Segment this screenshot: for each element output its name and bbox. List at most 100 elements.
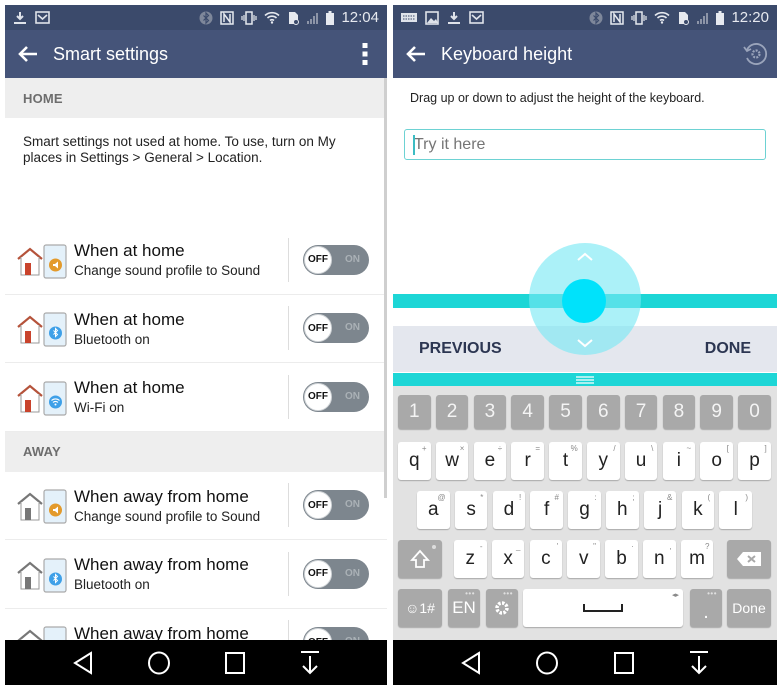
key-2[interactable]: 2 bbox=[435, 395, 469, 429]
keyboard-drag-strip[interactable] bbox=[393, 373, 777, 386]
home-nav-icon[interactable] bbox=[535, 651, 559, 675]
setting-toggle[interactable]: ON OFF bbox=[303, 490, 369, 521]
key-secondary-symbol: \ bbox=[651, 444, 654, 453]
period-key[interactable]: ••• . bbox=[690, 589, 722, 627]
key-t[interactable]: % t bbox=[549, 442, 582, 480]
key-9[interactable]: 9 bbox=[700, 395, 733, 429]
more-dots: ••• bbox=[503, 589, 513, 598]
setting-toggle[interactable]: ON OFF bbox=[303, 558, 369, 589]
back-button[interactable] bbox=[393, 30, 439, 78]
key-secondary-symbol: @ bbox=[437, 493, 446, 502]
key-7[interactable]: 7 bbox=[624, 395, 658, 429]
key-e[interactable]: ÷ e bbox=[473, 442, 507, 480]
key-z[interactable]: -z bbox=[454, 540, 487, 578]
key-secondary-symbol: ; bbox=[632, 493, 635, 502]
setting-row[interactable]: When at home Bluetooth on ON OFF bbox=[5, 295, 387, 363]
key-m[interactable]: ? m bbox=[680, 540, 714, 578]
reset-button[interactable] bbox=[733, 30, 777, 78]
key-g[interactable]: :g bbox=[568, 491, 601, 529]
keyboard-icon bbox=[401, 13, 417, 22]
key-8[interactable]: 8 bbox=[662, 395, 696, 429]
key-b[interactable]: · b bbox=[605, 540, 638, 578]
done-button[interactable]: DONE bbox=[705, 340, 751, 358]
setting-row[interactable]: When at home Change sound profile to Soun… bbox=[5, 226, 387, 295]
done-key-label: Done bbox=[732, 600, 766, 616]
gmail-icon bbox=[35, 11, 50, 24]
backspace-key[interactable] bbox=[727, 540, 771, 578]
list-scrollbar[interactable] bbox=[384, 78, 387, 498]
key-6[interactable]: 6 bbox=[587, 395, 620, 429]
setting-toggle[interactable]: ON OFF bbox=[303, 244, 369, 275]
overflow-menu-icon bbox=[362, 43, 368, 65]
key-c[interactable]: ' c bbox=[529, 540, 563, 578]
key-0[interactable]: 0 bbox=[738, 395, 771, 429]
key-s[interactable]: * s bbox=[454, 491, 488, 529]
key-u[interactable]: \ u bbox=[624, 442, 658, 480]
key-j[interactable]: & j bbox=[643, 491, 677, 529]
keyboard: 1234567890 + q × w ÷ e = r% t / y \ u ~ i[o] p @ a * s! d # f… bbox=[393, 386, 777, 640]
key-secondary-symbol: ~ bbox=[686, 444, 692, 453]
toggle-off-label: OFF bbox=[304, 491, 332, 520]
key-f[interactable]: # f bbox=[530, 491, 563, 529]
key-x[interactable]: _ x bbox=[491, 540, 525, 578]
wifi-icon bbox=[654, 11, 671, 24]
recents-nav-icon[interactable] bbox=[613, 651, 635, 675]
setting-text: When at home Bluetooth on bbox=[74, 310, 288, 347]
key-label: b bbox=[616, 548, 627, 569]
key-n[interactable]: ,n bbox=[643, 540, 676, 578]
key-a[interactable]: @ a bbox=[417, 491, 450, 529]
gmail-icon bbox=[469, 11, 484, 24]
key-l[interactable]: ) l bbox=[719, 491, 752, 529]
symbols-key[interactable]: ☺1# bbox=[398, 589, 442, 627]
try-it-input[interactable] bbox=[404, 129, 766, 160]
sdcard-icon bbox=[679, 11, 690, 25]
download-icon bbox=[14, 11, 26, 24]
back-nav-icon[interactable] bbox=[72, 650, 94, 675]
height-drag-knob[interactable] bbox=[562, 279, 606, 323]
settings-key[interactable]: ••• bbox=[486, 589, 518, 627]
key-w[interactable]: × w bbox=[435, 442, 469, 480]
key-label: v bbox=[578, 548, 589, 569]
language-key[interactable]: ••• EN bbox=[448, 589, 480, 627]
status-bar: 12:20 bbox=[393, 5, 777, 30]
key-5[interactable]: 5 bbox=[549, 395, 582, 429]
previous-button[interactable]: PREVIOUS bbox=[419, 340, 502, 358]
notification-pull-icon[interactable] bbox=[688, 650, 710, 676]
setting-row[interactable]: When away from home Bluetooth on ON OFF bbox=[5, 540, 387, 609]
done-key[interactable]: Done bbox=[727, 589, 771, 627]
key-r[interactable]: = r bbox=[511, 442, 544, 480]
recents-nav-icon[interactable] bbox=[224, 651, 246, 675]
key-4[interactable]: 4 bbox=[511, 395, 544, 429]
overflow-menu-button[interactable] bbox=[343, 30, 387, 78]
key-o[interactable]: [o bbox=[700, 442, 733, 480]
shift-key[interactable] bbox=[398, 540, 442, 578]
key-y[interactable]: / y bbox=[587, 442, 620, 480]
back-nav-icon[interactable] bbox=[460, 650, 482, 675]
key-p[interactable]: ] p bbox=[738, 442, 771, 480]
key-label: c bbox=[541, 548, 551, 569]
notification-pull-icon[interactable] bbox=[299, 650, 321, 676]
key-1[interactable]: 1 bbox=[398, 395, 431, 429]
key-secondary-symbol: * bbox=[480, 493, 484, 502]
key-d[interactable]: ! d bbox=[492, 491, 526, 529]
setting-toggle[interactable]: ON OFF bbox=[303, 381, 369, 412]
key-label: y bbox=[598, 450, 609, 471]
setting-row[interactable]: When away from home Change sound profile … bbox=[5, 472, 387, 540]
key-secondary-symbol: / bbox=[613, 444, 616, 453]
space-key[interactable]: ◂▸ bbox=[523, 589, 683, 627]
key-v[interactable]: " v bbox=[567, 540, 600, 578]
key-3[interactable]: 3 bbox=[473, 395, 507, 429]
key-label: n bbox=[654, 548, 665, 569]
setting-toggle[interactable]: ON OFF bbox=[303, 313, 369, 344]
back-button[interactable] bbox=[5, 30, 51, 78]
key-h[interactable]: ; h bbox=[606, 491, 639, 529]
key-label: f bbox=[544, 499, 550, 520]
setting-row[interactable]: When at home Wi-Fi on ON OFF bbox=[5, 363, 387, 432]
key-q[interactable]: + q bbox=[398, 442, 431, 480]
divider bbox=[288, 237, 289, 282]
app-bar: Smart settings bbox=[5, 30, 387, 78]
key-i[interactable]: ~ i bbox=[662, 442, 696, 480]
key-k[interactable]: (k bbox=[681, 491, 715, 529]
home-bluetooth-icon bbox=[16, 309, 68, 347]
home-nav-icon[interactable] bbox=[147, 651, 171, 675]
